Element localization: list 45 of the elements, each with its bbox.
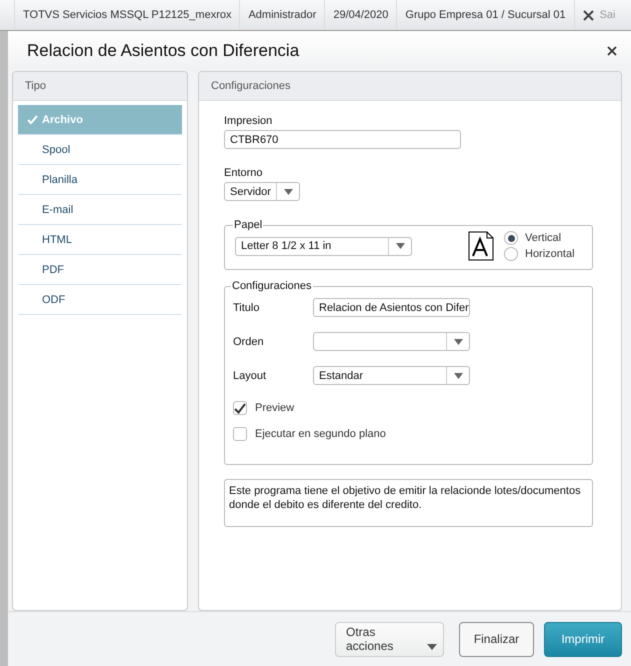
field-label: Titulo — [233, 302, 260, 314]
close-icon[interactable] — [582, 10, 594, 20]
input-field[interactable]: CTBR670 — [224, 130, 461, 149]
dropdown[interactable]: Servidor — [224, 182, 300, 201]
field-label: Orden — [233, 336, 265, 348]
close-icon[interactable] — [607, 46, 617, 56]
checkbox-option[interactable]: Ejecutar en segundo plano — [233, 426, 582, 442]
checkbox[interactable] — [233, 427, 247, 441]
field-label: Entorno — [224, 167, 263, 179]
dialog-title: Relacion de Asientos con Diferencia — [27, 41, 300, 61]
sidebar-item[interactable]: ODF — [18, 285, 182, 315]
sidebar-item[interactable]: Planilla — [18, 165, 182, 195]
dropdown[interactable]: Letter 8 1/2 x 11 in — [235, 236, 412, 256]
description-text: Este programa tiene el objetivo de emitir la relacionde lotes/documentos donde el debito es diferente del credito. — [224, 479, 593, 527]
top-bar-item: 29/04/2020 — [325, 0, 398, 30]
top-bar-item: Administrador — [240, 0, 326, 30]
input-field[interactable]: Relacion de Asientos con Difer — [313, 298, 470, 317]
panel-header: Tipo — [13, 72, 187, 101]
more-actions-button[interactable]: Otras acciones — [335, 622, 444, 656]
sidebar-item[interactable]: HTML — [18, 225, 182, 255]
caret-icon — [396, 243, 404, 249]
check-icon — [27, 114, 38, 124]
field-label: Impresion — [224, 115, 272, 127]
caret-icon — [454, 338, 462, 344]
radio-option[interactable]: Vertical — [504, 231, 575, 245]
group-legend: Configuraciones — [231, 280, 312, 292]
group-legend: Papel — [233, 219, 264, 231]
page-icon — [468, 231, 494, 261]
radio-button[interactable] — [504, 231, 518, 245]
sidebar-item[interactable]: PDF — [18, 255, 182, 285]
sidebar-item[interactable]: Spool — [18, 135, 182, 165]
caret-icon — [284, 188, 292, 194]
finish-button[interactable]: Finalizar — [459, 622, 534, 656]
sidebar-item[interactable]: E-mail — [18, 195, 182, 225]
caret-icon — [427, 644, 437, 650]
field-label: Layout — [233, 370, 268, 382]
caret-icon — [454, 372, 462, 378]
checkbox[interactable] — [233, 401, 247, 415]
radio-button[interactable] — [504, 247, 518, 261]
panel-header: Configuraciones — [199, 72, 621, 101]
dropdown[interactable]: Estandar — [313, 366, 470, 385]
top-bar-item: TOTVS Servicios MSSQL P12125_mexrox — [15, 0, 240, 30]
checkbox-option[interactable]: Preview — [233, 400, 582, 416]
radio-option[interactable]: Horizontal — [504, 247, 575, 261]
top-bar-item: Grupo Empresa 01 / Sucursal 01 — [397, 0, 575, 30]
